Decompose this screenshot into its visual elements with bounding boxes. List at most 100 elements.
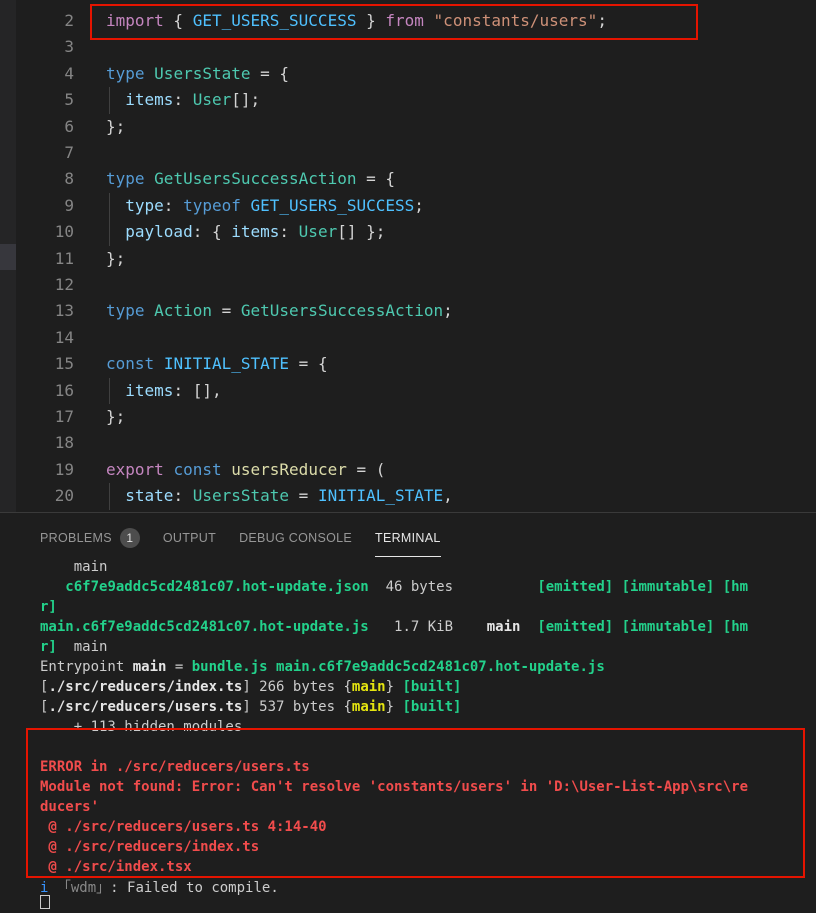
code-token: User [298, 222, 338, 242]
code-token: = { [250, 63, 290, 83]
terminal-token: c6f7e9addc5cd2481c07.hot-update.json [65, 579, 369, 595]
code-line[interactable]: 14 [16, 325, 816, 351]
tab-output-label: OUTPUT [162, 531, 217, 545]
info-message: : Failed to compile. [110, 880, 279, 896]
code-line[interactable]: 10 payload: { items: User[] }; [16, 219, 816, 246]
line-number: 10 [54, 222, 74, 242]
line-number: 2 [64, 11, 74, 30]
code-token: items [125, 380, 174, 400]
code-text: }; [106, 246, 125, 272]
bottom-panel: PROBLEMS 1 OUTPUT DEBUG CONSOLE TERMINAL… [0, 512, 816, 909]
tab-problems[interactable]: PROBLEMS 1 [40, 525, 140, 551]
wdm-prefix: 「wdm」 [56, 880, 111, 896]
code-text: payload: { items: User[] }; [106, 219, 385, 245]
code-line[interactable]: 8 type GetUsersSuccessAction = { [16, 166, 816, 192]
line-number: 19 [54, 459, 74, 479]
tab-debug-console[interactable]: DEBUG CONSOLE [239, 525, 352, 551]
code-line[interactable]: 9 type: typeof GET_USERS_SUCCESS; [16, 192, 816, 220]
terminal-token: r] [40, 639, 57, 655]
code-token: = { [356, 169, 395, 189]
tab-debug-console-label: DEBUG CONSOLE [239, 531, 353, 545]
terminal-token: bundle.js main.c6f7e9addc5cd2481c07.hot-… [191, 659, 605, 675]
code-text: items: [], [106, 378, 221, 404]
code-token: : [163, 195, 184, 215]
code-token: UsersState [192, 486, 290, 506]
problems-count-badge: 1 [119, 528, 140, 548]
tab-terminal[interactable]: TERMINAL [375, 525, 441, 557]
tab-output[interactable]: OUTPUT [163, 525, 216, 551]
code-line[interactable]: 13 type Action = GetUsersSuccessAction; [16, 298, 816, 324]
terminal-token: } [385, 699, 403, 715]
code-token: UsersState [154, 63, 251, 83]
panel-tabs: PROBLEMS 1 OUTPUT DEBUG CONSOLE TERMINAL [40, 525, 464, 557]
terminal-token: main [56, 639, 108, 655]
terminal-line: [./src/reducers/users.ts] 537 bytes {mai… [40, 697, 810, 717]
line-number: 6 [64, 116, 74, 136]
code-line[interactable]: 5 items: User[]; [16, 87, 816, 114]
code-line[interactable]: 15 const INITIAL_STATE = { [16, 351, 816, 377]
code-line[interactable]: 17}; [16, 404, 816, 430]
line-number: 4 [64, 63, 74, 83]
code-token: usersReducer [231, 459, 347, 479]
terminal-token: main.c6f7e9addc5cd2481c07.hot-update.js [40, 619, 369, 635]
line-number: 15 [54, 354, 74, 374]
terminal-line: r] main [40, 637, 810, 657]
code-token: items [125, 90, 174, 110]
code-line[interactable]: 6}; [16, 114, 816, 140]
code-token: state [125, 486, 174, 506]
code-token: GET_USERS_SUCCESS [250, 195, 415, 215]
code-token: INITIAL_STATE [163, 354, 290, 374]
code-token: : [279, 222, 299, 242]
line-number: 7 [64, 143, 74, 162]
code-line[interactable]: 16 items: [], [16, 377, 816, 404]
terminal-token: main [351, 699, 386, 715]
terminal-token: = [166, 659, 192, 675]
terminal-token: [emitted] [immutable] [hm [537, 619, 749, 635]
error-highlight-box [26, 728, 805, 878]
code-token: payload [125, 222, 193, 242]
terminal-line: Entrypoint main = bundle.js main.c6f7e9a… [40, 657, 810, 677]
terminal-cursor[interactable] [40, 895, 50, 913]
code-token: = { [289, 354, 328, 374]
sidebar-selected-marker [0, 244, 16, 270]
code-editor[interactable]: 2 import { GET_USERS_SUCCESS } from "cons… [16, 8, 816, 512]
line-number: 11 [54, 248, 74, 268]
code-text: const INITIAL_STATE = { [106, 351, 328, 377]
code-line[interactable]: 12 [16, 272, 816, 298]
code-token: [] }; [337, 222, 386, 242]
code-line[interactable]: 19 export const usersReducer = ( [16, 457, 816, 483]
code-line[interactable]: 4 type UsersState = { [16, 61, 816, 87]
import-highlight-box [90, 4, 698, 40]
terminal-token: ./src/reducers/users.ts [48, 699, 243, 715]
code-token: const [106, 354, 155, 374]
terminal-token: main [132, 659, 167, 675]
line-number: 17 [54, 407, 74, 426]
line-number: 9 [64, 195, 74, 215]
code-token: type [106, 301, 145, 321]
code-token: []; [231, 90, 261, 110]
code-text: }; [106, 114, 125, 140]
tab-problems-label: PROBLEMS [40, 531, 112, 545]
line-number: 16 [54, 380, 74, 400]
terminal-line: c6f7e9addc5cd2481c07.hot-update.json 46 … [40, 577, 810, 597]
code-token: Action [154, 301, 212, 321]
code-text: type Action = GetUsersSuccessAction; [106, 298, 453, 324]
code-line[interactable]: 11}; [16, 246, 816, 272]
code-text: export const usersReducer = ( [106, 457, 385, 483]
code-line[interactable]: 7 [16, 140, 816, 166]
code-line[interactable]: 18 [16, 430, 816, 456]
code-line[interactable]: 20 state: UsersState = INITIAL_STATE, [16, 483, 816, 510]
terminal-token: [built] [402, 679, 462, 695]
terminal-token: ] 537 bytes { [242, 699, 352, 715]
